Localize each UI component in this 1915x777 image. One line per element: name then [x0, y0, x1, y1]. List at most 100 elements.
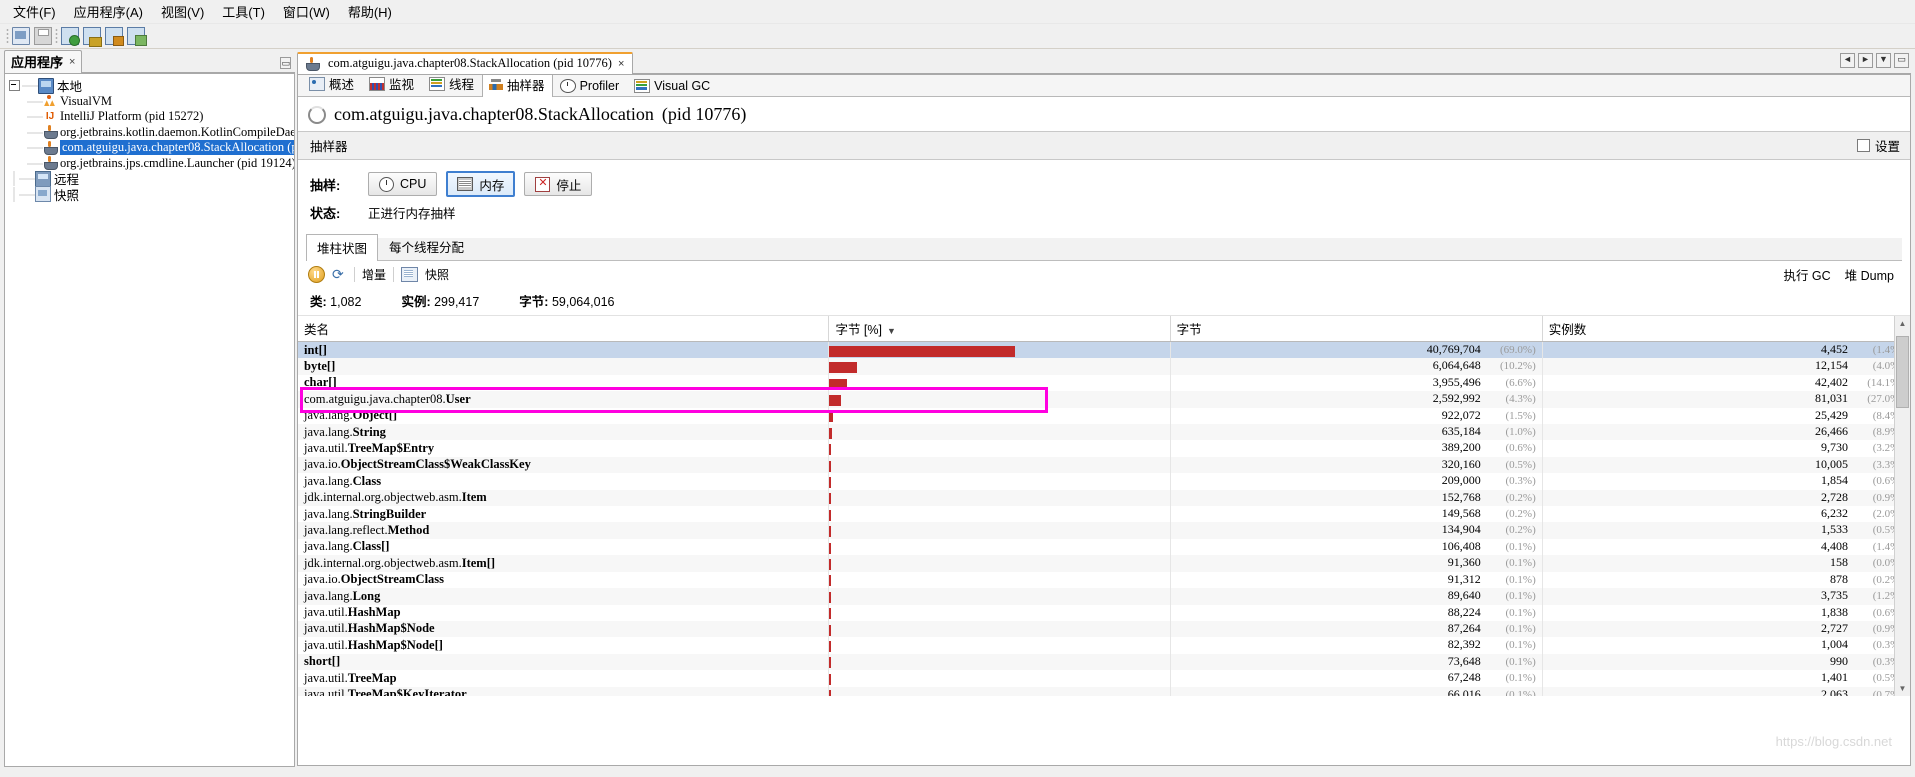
tab-list-button[interactable]: ▼ [1876, 53, 1891, 68]
table-row[interactable]: java.util.TreeMap$Entry 389,200 (0.6%) 9,7… [298, 440, 1910, 457]
memory-button[interactable]: 内存 [446, 171, 516, 197]
table-row[interactable]: com.atguigu.java.chapter08.User 2,592,992… [298, 391, 1910, 408]
document-window-controls: ◄ ► ▼ ▭ [1840, 53, 1909, 68]
tree-node-snapshots[interactable]: 快照 [5, 186, 294, 203]
tree-node-jps-launcher[interactable]: org.jetbrains.jps.cmdline.Launcher (pid … [5, 155, 294, 172]
close-icon[interactable]: × [69, 56, 75, 68]
table-row[interactable]: java.lang.Class[] 106,408 (0.1%) 4,408 (1.… [298, 538, 1910, 556]
snapshot-icon[interactable] [401, 267, 419, 282]
column-header-bytes-pct[interactable]: 字节 [%] ▼ [828, 316, 1171, 342]
scroll-down-icon[interactable]: ▼ [1895, 681, 1910, 696]
table-row[interactable]: java.util.TreeMap 67,248 (0.1%) 1,401 (0.5… [298, 670, 1910, 687]
tab-heap-histogram[interactable]: 堆柱状图 [306, 234, 379, 261]
scroll-right-button[interactable]: ► [1858, 53, 1873, 68]
bytes-bar [829, 411, 834, 423]
menu-help[interactable]: 帮助(H) [339, 0, 401, 24]
bytes-bar [829, 362, 857, 374]
java-icon [43, 140, 58, 155]
cell-bytes-bar [828, 407, 1171, 425]
pane-minimize-button[interactable]: ▭ [280, 55, 291, 69]
tree-node-remote[interactable]: 远程 [5, 170, 294, 187]
bytes-stat-value: 59,064,016 [551, 295, 615, 309]
tree-node-visualvm[interactable]: VisualVM [5, 93, 294, 110]
cell-bytes: 635,184 (1.0%) [1170, 424, 1543, 441]
stop-button[interactable]: 停止 [524, 172, 593, 196]
menu-tools[interactable]: 工具(T) [213, 0, 274, 24]
tab-applications[interactable]: 应用程序 × [4, 50, 83, 73]
add-application-icon[interactable] [126, 26, 147, 46]
menu-window[interactable]: 窗口(W) [274, 0, 339, 24]
menu-view[interactable]: 视图(V) [152, 0, 213, 24]
expander-icon[interactable] [9, 80, 20, 92]
cell-class-name: short[] [298, 653, 830, 671]
cell-class-name: char[] [298, 374, 830, 392]
refresh-icon[interactable]: ⟳ [332, 267, 347, 282]
tab-visual-gc[interactable]: Visual GC [627, 76, 718, 96]
cell-instances: 1,854 (0.6%) [1542, 473, 1910, 490]
table-row[interactable]: jdk.internal.org.objectweb.asm.Item[] 91,… [298, 555, 1910, 572]
heap-dump-button[interactable]: 堆 Dump [1845, 265, 1894, 284]
column-header-class-name[interactable]: 类名 [298, 316, 830, 342]
table-row[interactable]: java.lang.String 635,184 (1.0%) 26,466 (8.… [298, 424, 1910, 441]
tab-overview[interactable]: 概述 [302, 75, 362, 96]
save-disk-icon[interactable] [33, 26, 53, 46]
table-row[interactable]: java.lang.reflect.Method 134,904 (0.2%) 1,… [298, 522, 1910, 539]
table-row[interactable]: java.util.HashMap 88,224 (0.1%) 1,838 (0.6… [298, 604, 1910, 621]
tab-sampler[interactable]: 抽样器 [482, 75, 553, 97]
bytes-bar [829, 509, 832, 521]
table-row[interactable]: byte[] 6,064,648 (10.2%) 12,154 (4.0%) [298, 358, 1910, 375]
table-row[interactable]: jdk.internal.org.objectweb.asm.Item 152,7… [298, 489, 1910, 507]
table-row[interactable]: int[] 40,769,704 (69.0%) 4,452 (1.4%) [298, 341, 1910, 359]
tab-per-thread-allocations[interactable]: 每个线程分配 [378, 233, 475, 260]
close-icon[interactable]: × [618, 58, 624, 70]
tree-node-stackallocation[interactable]: com.atguigu.java.chapter08.StackAllocati… [5, 140, 294, 156]
menu-applications[interactable]: 应用程序(A) [65, 0, 152, 24]
document-tab-stackallocation[interactable]: com.atguigu.java.chapter08.StackAllocati… [297, 52, 634, 74]
delta-button[interactable]: 增量 [362, 266, 386, 283]
table-row[interactable]: java.lang.Long 89,640 (0.1%) 3,735 (1.2%) [298, 588, 1910, 605]
cell-class-name: byte[] [298, 358, 830, 375]
table-row[interactable]: java.lang.StringBuilder 149,568 (0.2%) 6,2… [298, 506, 1910, 523]
scroll-up-icon[interactable]: ▲ [1895, 316, 1910, 331]
table-row[interactable]: java.util.TreeMap$KeyIterator 66,016 (0.1… [298, 686, 1910, 696]
toolbar-grip[interactable] [6, 28, 9, 44]
tree-node-intellij[interactable]: IJ IntelliJ Platform (pid 15272) [5, 109, 294, 125]
column-header-instances[interactable]: 实例数 [1542, 316, 1910, 342]
add-jmx-connection-icon[interactable] [82, 26, 102, 47]
maximize-button[interactable]: ▭ [1894, 53, 1909, 68]
table-row[interactable]: java.io.ObjectStreamClass 91,312 (0.1%) 87… [298, 571, 1910, 589]
table-row[interactable]: char[] 3,955,496 (6.6%) 42,402 (14.1%) [298, 374, 1910, 392]
bytes-bar [829, 558, 832, 570]
scroll-left-button[interactable]: ◄ [1840, 53, 1855, 68]
snapshot-button[interactable]: 快照 [425, 266, 449, 283]
table-scrollbar[interactable]: ▲ ▼ [1894, 316, 1910, 696]
toolbar-grip-2[interactable] [55, 28, 58, 44]
scrollbar-thumb[interactable] [1896, 336, 1909, 408]
table-row[interactable]: java.io.ObjectStreamClass$WeakClassKey 32… [298, 456, 1910, 474]
add-remote-host-icon[interactable] [104, 26, 124, 46]
cell-instances: 1,838 (0.6%) [1542, 604, 1910, 621]
tab-monitor[interactable]: 监视 [362, 75, 422, 96]
cpu-button[interactable]: CPU [368, 172, 438, 196]
table-row[interactable]: java.util.HashMap$Node 87,264 (0.1%) 2,727… [298, 620, 1910, 638]
bytes-bar [829, 476, 832, 488]
add-local-host-icon[interactable] [60, 26, 80, 46]
tab-threads[interactable]: 线程 [422, 75, 482, 96]
tree-node-kotlin-daemon[interactable]: org.jetbrains.kotlin.daemon.KotlinCompil… [5, 124, 294, 141]
table-header-row: 类名 字节 [%] ▼ 字节 实例数 [298, 316, 1910, 342]
cell-instances: 4,408 (1.4%) [1542, 538, 1910, 556]
settings-checkbox[interactable]: 设置 [1856, 136, 1900, 155]
table-row[interactable]: java.lang.Object[] 922,072 (1.5%) 25,429 (… [298, 407, 1910, 425]
tree-node-local[interactable]: 本地 [5, 77, 294, 94]
column-header-bytes[interactable]: 字节 [1170, 316, 1543, 342]
pause-icon[interactable] [308, 266, 325, 283]
table-row[interactable]: short[] 73,648 (0.1%) 990 (0.3%) [298, 653, 1910, 671]
open-folder-icon[interactable] [11, 26, 31, 46]
tab-profiler[interactable]: Profiler [553, 76, 628, 96]
bytes-stat-label: 字节: [519, 295, 549, 309]
menu-file[interactable]: 文件(F) [4, 0, 65, 24]
perform-gc-button[interactable]: 执行 GC [1783, 265, 1830, 284]
table-row[interactable]: java.lang.Class 209,000 (0.3%) 1,854 (0.6%… [298, 473, 1910, 490]
table-row[interactable]: java.util.HashMap$Node[] 82,392 (0.1%) 1,0… [298, 637, 1910, 654]
cell-instances: 3,735 (1.2%) [1542, 588, 1910, 605]
